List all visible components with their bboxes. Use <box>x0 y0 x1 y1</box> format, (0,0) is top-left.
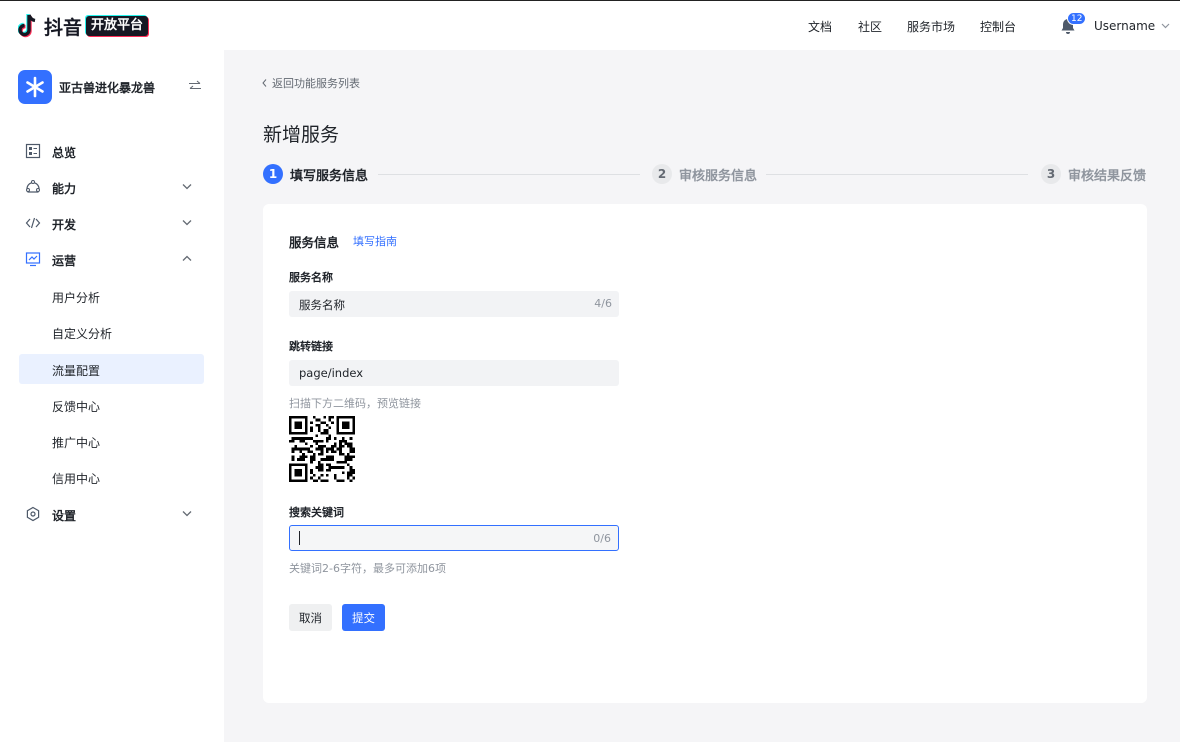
swap-icon[interactable] <box>188 80 202 92</box>
step-2: 2 审核服务信息 <box>652 164 757 184</box>
page-title: 新增服务 <box>263 124 340 146</box>
sidebar-item-settings[interactable]: 设置 <box>19 499 204 529</box>
chevron-down-icon <box>182 184 192 190</box>
service-name-label: 服务名称 <box>289 271 333 284</box>
sidebar-item-develop[interactable]: 开发 <box>19 208 204 238</box>
link-label: 跳转链接 <box>289 340 333 353</box>
keyword-hint: 关键词2-6字符，最多可添加6项 <box>289 562 446 575</box>
service-name-input[interactable]: 服务名称 4/6 <box>289 291 619 317</box>
step-number: 2 <box>652 164 672 184</box>
sidebar-item-traffic-config[interactable]: 流量配置 <box>19 354 204 384</box>
step-number: 3 <box>1041 164 1061 184</box>
step-label: 审核结果反馈 <box>1068 168 1147 184</box>
sidebar-item-label: 运营 <box>52 254 77 268</box>
app-name: 亚古兽进化暴龙兽 <box>59 80 156 95</box>
text-caret <box>299 531 300 545</box>
char-counter: 4/6 <box>594 297 612 310</box>
sidebar-item-label: 总览 <box>52 146 77 160</box>
user-menu[interactable]: Username <box>1094 1 1170 51</box>
notification-badge: 12 <box>1067 12 1087 25</box>
sidebar-item-label: 能力 <box>52 182 77 196</box>
chevron-down-icon <box>182 511 192 517</box>
dashboard-icon <box>25 143 41 159</box>
service-name-value: 服务名称 <box>299 298 345 312</box>
sidebar-item-promotion-center[interactable]: 推广中心 <box>19 426 204 456</box>
sidebar-item-label: 开发 <box>52 218 77 232</box>
link-value: page/index <box>299 366 364 380</box>
sidebar-item-custom-analysis[interactable]: 自定义分析 <box>19 317 204 347</box>
code-icon <box>25 217 41 229</box>
chevron-down-icon <box>1161 23 1170 29</box>
nav-console[interactable]: 控制台 <box>980 1 1016 51</box>
nav-docs[interactable]: 文档 <box>808 1 832 51</box>
operations-icon <box>25 252 41 267</box>
app-switcher[interactable]: 亚古兽进化暴龙兽 <box>18 70 204 104</box>
step-connector <box>766 174 1028 175</box>
char-counter: 0/6 <box>593 532 611 545</box>
step-1: 1 填写服务信息 <box>263 164 368 184</box>
logo-text: 抖音 <box>44 16 83 39</box>
settings-icon <box>26 506 40 522</box>
sidebar-item-operations[interactable]: 运营 <box>19 244 204 274</box>
top-bar: 抖音 开放平台 文档 社区 服务市场 控制台 12 Username <box>0 0 1180 50</box>
chevron-up-icon <box>182 255 192 261</box>
cancel-button[interactable]: 取消 <box>289 604 332 631</box>
keyword-label: 搜索关键词 <box>289 506 344 519</box>
qr-hint: 扫描下方二维码，预览链接 <box>289 397 421 410</box>
qr-code <box>289 416 355 482</box>
nav-service-market[interactable]: 服务市场 <box>907 1 955 51</box>
username: Username <box>1094 19 1156 33</box>
chevron-down-icon <box>182 220 192 226</box>
step-number: 1 <box>263 164 283 184</box>
back-link[interactable]: 返回功能服务列表 <box>262 75 360 91</box>
keyword-input[interactable]: 0/6 <box>289 525 619 551</box>
douyin-note-icon <box>18 14 36 38</box>
chevron-left-icon <box>262 79 267 87</box>
step-3: 3 审核结果反馈 <box>1041 164 1146 184</box>
capability-icon <box>26 180 40 193</box>
sidebar-item-user-analysis[interactable]: 用户分析 <box>19 281 204 311</box>
guide-link[interactable]: 填写指南 <box>353 233 397 249</box>
snowflake-icon <box>26 76 44 98</box>
sidebar: 亚古兽进化暴龙兽 总览 能力 开发 运营 用户分析 自定义分析 流量配置 反馈中… <box>0 50 224 742</box>
nav-community[interactable]: 社区 <box>858 1 882 51</box>
section-title: 服务信息 <box>289 235 340 250</box>
step-label: 填写服务信息 <box>290 168 369 184</box>
douyin-logo[interactable]: 抖音 开放平台 <box>18 12 149 40</box>
sidebar-item-capability[interactable]: 能力 <box>19 172 204 202</box>
step-label: 审核服务信息 <box>679 168 758 184</box>
sidebar-item-feedback-center[interactable]: 反馈中心 <box>19 390 204 420</box>
step-connector <box>378 174 640 175</box>
app-icon <box>18 70 52 104</box>
link-input[interactable]: page/index <box>289 360 619 386</box>
sidebar-item-label: 设置 <box>52 509 77 523</box>
submit-button[interactable]: 提交 <box>342 604 385 631</box>
logo-badge: 开放平台 <box>86 16 149 36</box>
service-form-card: 服务信息 填写指南 服务名称 服务名称 4/6 跳转链接 page/index … <box>263 204 1147 703</box>
sidebar-item-overview[interactable]: 总览 <box>19 136 204 166</box>
sidebar-item-credit-center[interactable]: 信用中心 <box>19 462 204 492</box>
